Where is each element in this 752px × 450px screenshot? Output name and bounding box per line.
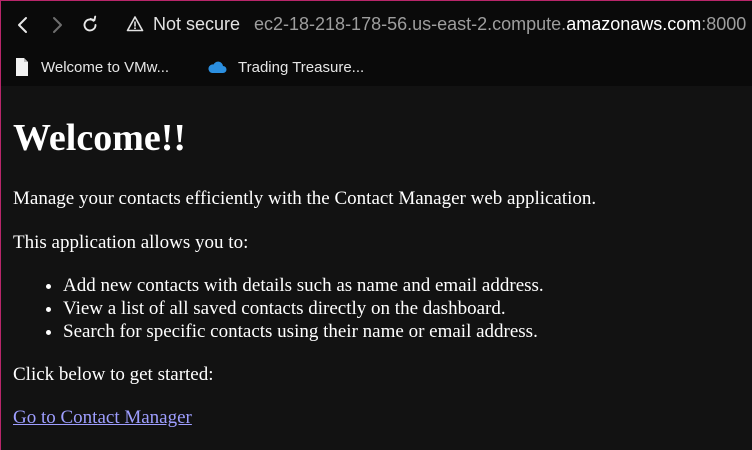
list-item: View a list of all saved contacts direct… (63, 297, 544, 320)
security-status[interactable]: Not secure (153, 13, 240, 35)
forward-button[interactable] (44, 12, 70, 38)
page-icon (16, 58, 28, 76)
cta-text: Click below to get started: (13, 364, 214, 385)
bookmark-label: Welcome to VMw... (41, 58, 170, 76)
cloud-icon (208, 61, 227, 73)
chevron-left-icon (18, 17, 27, 33)
bookmark-label: Trading Treasure... (238, 58, 365, 76)
bookmarks-bar: Welcome to VMw... Trading Treasure... (0, 49, 752, 86)
window-edge (0, 0, 1, 450)
url-port: :8000 (701, 14, 747, 34)
url-subdomain: ec2-18-218-178-56.us-east-2.compute. (254, 14, 567, 34)
list-item: Search for specific contacts using their… (63, 320, 544, 343)
chevron-right-icon (53, 17, 62, 33)
browser-toolbar: Not secure ec2-18-218-178-56.us-east-2.c… (0, 0, 752, 49)
contact-manager-link[interactable]: Go to Contact Manager (13, 406, 192, 430)
bookmark-welcome[interactable]: Welcome to VMw... (14, 56, 169, 78)
reload-button[interactable] (77, 12, 103, 38)
address-bar[interactable]: ec2-18-218-178-56.us-east-2.compute.amaz… (254, 13, 746, 35)
back-button[interactable] (10, 12, 36, 38)
features-lead: This application allows you to: (13, 232, 249, 253)
intro-text: Manage your contacts efficiently with th… (13, 188, 597, 209)
warning-icon[interactable] (126, 15, 144, 33)
window-edge-top (0, 0, 752, 1)
feature-list: Add new contacts with details such as na… (38, 274, 544, 343)
page-content: Welcome!! Manage your contacts efficient… (0, 86, 752, 450)
bookmark-trading[interactable]: Trading Treasure... (207, 56, 364, 78)
page-title: Welcome!! (13, 117, 187, 159)
reload-icon (83, 15, 97, 32)
url-domain: amazonaws.com (566, 14, 702, 34)
list-item: Add new contacts with details such as na… (63, 274, 544, 297)
